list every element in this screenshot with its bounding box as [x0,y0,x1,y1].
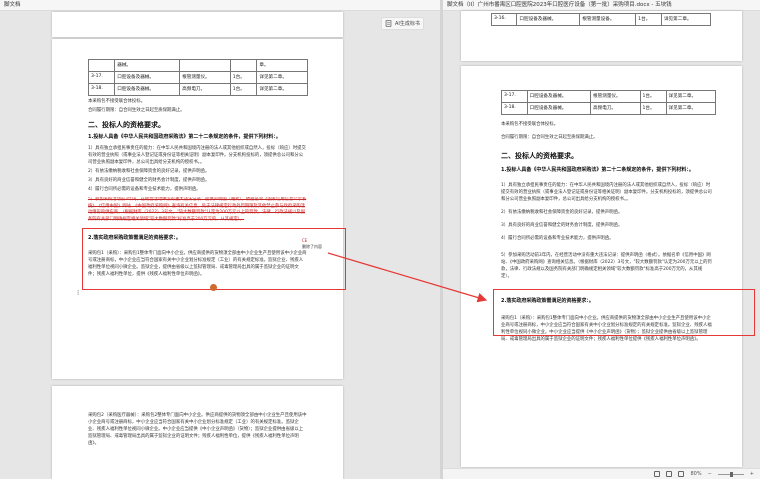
cell-desc: 根管测量仪。 [590,90,641,103]
right-document-pane[interactable]: 脚文档（II）广州市番禺区口腔医院2023年口腔医疗设备（第一批）采购项目.do… [443,0,760,479]
cell-desc: 高频电刀。 [179,83,231,96]
cell-note: 详见第二章。 [665,90,716,103]
cell-no: 3-16. [490,13,518,26]
note-1: 本采购包不接受联合体投标。 [501,122,559,127]
zoom-knob[interactable] [729,471,733,477]
cell-qty: 1台。 [639,102,667,115]
read-mode-icon[interactable] [666,471,673,477]
table-row: 3-17. 口腔设备及器械。 根管测量仪。 1台。 详见第二章。 [501,90,716,103]
page-view-icon[interactable] [654,471,661,477]
cell-note: 详见第二章。 [660,13,712,26]
page-fragment [52,12,343,37]
highlight-box-right [493,289,755,336]
cell-item: 口腔设备及器械。 [526,90,592,103]
para-3: 3）具有良好的商业信誉和健全的财务会计制度，提供声明函。 [88,178,210,183]
para-2: 2）有依法缴纳税收和社会保障资金的良好记录，提供声明函。 [501,210,623,215]
subheading-1: 1.投标人具备《中华人民共和国政府采购法》第二十二条规定的条件，提供下列材料：。 [501,167,694,173]
zoom-slider[interactable] [717,471,744,477]
table-row: 3-17. 口腔设备及器械。 根管测量仪。 1台。 详见第二章。 [87,71,308,84]
table-row: 3-18. 口腔设备及器械。 高频电刀。 1台。 详见第二章。 [87,83,308,96]
left-title: 脚文档 [0,0,440,11]
cell-no: 3-17. [87,71,116,84]
item-table-top: 3-16. 口腔设备及器械。 根管测量设备。 1台。 详见第二章。 [490,13,712,26]
note-2: 合同履行期限：自合同生效之日起至质保期满止。 [88,108,185,113]
cell-desc: 根管测量仪。 [179,71,231,84]
cell-note: 详见第二章。 [256,71,308,84]
para-1: 1）具有独立承担民事责任的能力：在中华人民共和国境内注册的法人或其他组织或自然人… [88,146,306,165]
para-3: 3）具有良好的商业信誉和健全的财务会计制度，提供声明函。 [501,223,623,228]
cell-no: 3-17. [501,90,528,103]
cell-no: 3-18. [501,102,528,115]
cell-note: 章。 [256,59,308,72]
status-bar: 80% − + [443,468,760,479]
cell-desc: 高频电刀。 [590,102,641,115]
boxed-para: 5）参加采购活动前3年内，在经营活动中没有重大违法记录：提供声明函（格式）。依据… [501,253,712,279]
cell-note: 详见第二章。 [665,102,716,115]
comment-bubble[interactable]: CE 删除了内容 [302,238,322,250]
zoom-out-icon[interactable]: − [708,471,712,477]
move-handle-icon[interactable]: ⁞ [77,289,79,297]
para-1: 1）具有独立承担民事责任的能力：在中华人民共和国境内注册的法人或其他组织或自然人… [501,183,712,202]
cell-item: 口腔设备及器械。 [114,83,181,96]
left-document-pane[interactable]: 脚文档 AI生成标书 器械。 章。 3-17. 口腔设备及器械。 根管测量仪。 … [0,0,440,479]
cell-item: 口腔设备及器械。 [516,13,581,26]
para-2: 2）有依法缴纳税收和社会保障资金的良好记录，提供声明函。 [88,169,210,174]
zoom-level[interactable]: 80% [690,471,701,477]
web-layout-icon[interactable] [678,471,685,477]
item-table-right: 3-17. 口腔设备及器械。 根管测量仪。 1台。 详见第二章。 3-18. 口… [501,90,716,115]
table-row: 3-18. 口腔设备及器械。 高频电刀。 1台。 详见第二章。 [501,102,716,115]
comment-text: 删除了内容 [302,244,322,249]
item-table: 器械。 章。 3-17. 口腔设备及器械。 根管测量仪。 1台。 详见第二章。 … [87,59,308,96]
document-icon [385,20,392,27]
section-heading: 二、投标人的资格要求。 [501,151,578,160]
right-title: 脚文档（II）广州市番禺区口腔医院2023年口腔医疗设备（第一批）采购项目.do… [443,0,760,11]
ai-bid-label: AI生成标书 [395,21,420,27]
zoom-in-icon[interactable]: + [750,471,754,477]
para-6: 采购包2（采购医疗器械）：采购包2整体专门面向中小企业。供应商提供的货物须全部由… [88,413,307,446]
cell-qty: 1台。 [229,71,258,84]
ai-bid-button[interactable]: AI生成标书 [381,17,424,30]
cell-item: 口腔设备及器械。 [114,71,181,84]
cell-qty: 1台。 [635,13,662,26]
cell-qty: 1台。 [639,90,667,103]
cell-no: 3-18. [87,83,116,96]
para-4: 4）履行合同所必需的设备和专业技术能力，提供声明函。 [88,187,201,192]
cell-item: 口腔设备及器械。 [526,102,592,115]
note-1: 本采购包不接受联合体投标。 [88,99,146,104]
table-row: 器械。 章。 [87,59,308,72]
page-2: 采购包2（采购医疗器械）：采购包2整体专门面向中小企业。供应商提供的货物须全部由… [52,386,343,479]
subheading-1: 1.投标人具备《中华人民共和国政府采购法》第二十二条规定的条件，提供下列材料：。 [88,134,281,140]
cell-desc [179,59,231,72]
deleted-text: 5）参加采购活动前3年内，在经营活动中没有重大违法记录：提供声明函（格式）。依据… [88,197,307,222]
page-1: 器械。 章。 3-17. 口腔设备及器械。 根管测量仪。 1台。 详见第二章。 … [52,39,343,379]
table-row: 3-16. 口腔设备及器械。 根管测量设备。 1台。 详见第二章。 [490,13,712,26]
cell-qty: 1台。 [229,83,258,96]
page-main: 3-17. 口腔设备及器械。 根管测量仪。 1台。 详见第二章。 3-18. 口… [461,66,742,467]
cell-no [87,59,116,72]
cell-item: 器械。 [114,59,181,72]
page-top: 3-16. 口腔设备及器械。 根管测量设备。 1台。 详见第二章。 [461,11,742,61]
para-4: 4）履行合同所必需的设备和专业技术能力，提供声明函。 [501,236,614,241]
cell-qty [229,59,258,72]
section-heading: 二、投标人的资格要求。 [88,120,165,129]
cell-note: 详见第二章。 [256,83,308,96]
cell-desc: 根管测量设备。 [579,13,637,26]
change-marker-icon[interactable] [210,284,217,291]
note-2: 合同履行期限：自合同生效之日起至质保期满止。 [501,135,598,140]
